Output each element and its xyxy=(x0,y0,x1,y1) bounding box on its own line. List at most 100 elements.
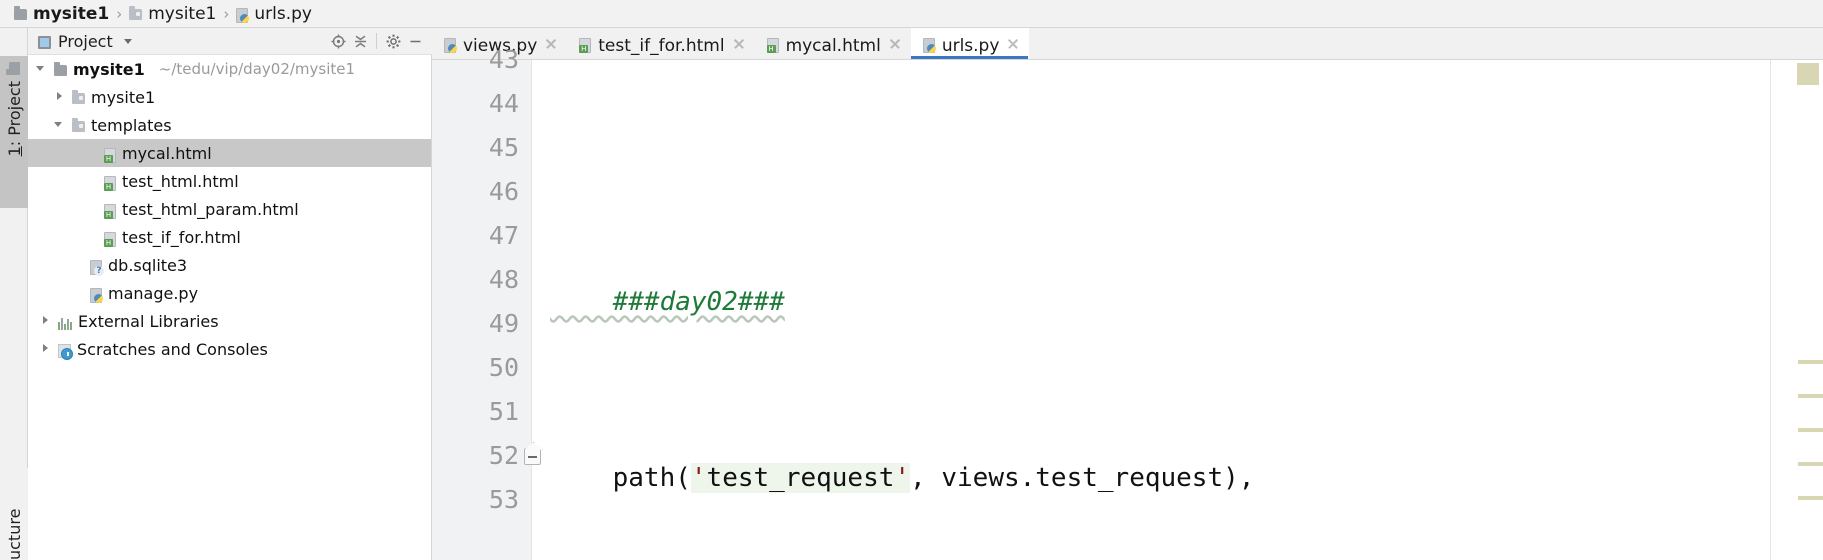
tab-mycal-html[interactable]: mycal.html xyxy=(755,28,911,59)
folder-icon xyxy=(72,89,85,104)
pycharm-window: mysite1 › mysite1 › urls.py 1: Project u… xyxy=(0,0,1823,560)
project-panel-title-label: Project xyxy=(58,31,113,51)
sidebar-tab-project[interactable]: 1: Project xyxy=(0,56,28,208)
code-token: path( xyxy=(550,463,691,493)
tree-item-label: test_html_param.html xyxy=(122,199,299,219)
tree-item-mycal-html[interactable]: mycal.html xyxy=(28,139,431,167)
folder-icon xyxy=(72,117,85,132)
breadcrumb-item-module[interactable]: mysite1 xyxy=(129,4,216,24)
collapse-all-icon[interactable] xyxy=(349,30,371,52)
tree-item-test-html[interactable]: test_html.html xyxy=(28,167,431,195)
spacer-icon xyxy=(86,175,98,187)
tree-item-label: test_html.html xyxy=(122,171,239,191)
editor-marker-scrollbar[interactable] xyxy=(1770,60,1823,560)
folder-icon xyxy=(54,61,67,76)
tree-item-mysite1-pkg[interactable]: mysite1 xyxy=(28,83,431,111)
chevron-right-icon[interactable] xyxy=(40,343,52,355)
breadcrumb-separator-icon: › xyxy=(223,4,230,23)
html-file-icon xyxy=(104,231,116,247)
code-token-quote: ' xyxy=(894,463,911,493)
hide-panel-icon[interactable] xyxy=(404,30,426,52)
line-number: 47 xyxy=(488,221,519,250)
line-number: 46 xyxy=(488,177,519,206)
tree-item-test-html-param[interactable]: test_html_param.html xyxy=(28,195,431,223)
tab-urls-py[interactable]: urls.py xyxy=(910,28,1030,59)
tree-item-templates[interactable]: templates xyxy=(28,111,431,139)
spacer-icon xyxy=(86,231,98,243)
line-number: 53 xyxy=(488,485,519,514)
tree-item-external-libraries[interactable]: External Libraries xyxy=(28,307,431,335)
settings-gear-icon[interactable] xyxy=(382,30,404,52)
chevron-down-icon[interactable] xyxy=(123,38,132,44)
chevron-down-icon[interactable] xyxy=(54,119,66,131)
scrollbar-mark[interactable] xyxy=(1798,360,1823,364)
project-panel-title[interactable]: Project xyxy=(38,32,132,51)
code-editor[interactable]: 43 44 45 46 47 48 49 50 51 52 53 ###day0… xyxy=(432,45,1823,560)
tree-item-mysite1-root[interactable]: mysite1 ~/tedu/vip/day02/mysite1 xyxy=(28,55,431,83)
scrollbar-mark[interactable] xyxy=(1798,496,1823,500)
folder-icon xyxy=(14,6,27,20)
project-tool-window: Project mysite1 ~/tedu/vip/day02/mysite1… xyxy=(28,28,432,560)
tree-item-path-hint: ~/tedu/vip/day02/mysite1 xyxy=(158,60,356,78)
html-file-icon xyxy=(104,203,116,219)
tree-item-label: Scratches and Consoles xyxy=(77,339,268,359)
scrollbar-thumb[interactable] xyxy=(1797,63,1819,85)
locate-icon[interactable] xyxy=(327,30,349,52)
tree-item-manage-py[interactable]: manage.py xyxy=(28,279,431,307)
tab-label: mycal.html xyxy=(785,35,881,56)
line-number: 43 xyxy=(488,45,519,74)
scrollbar-mark[interactable] xyxy=(1798,428,1823,432)
editor-tab-bar: views.py test_if_for.html mycal.html url… xyxy=(432,28,1823,60)
sidebar-tab-structure-label: ucture xyxy=(4,508,24,560)
html-file-icon xyxy=(104,147,116,163)
code-token-string: test_request xyxy=(706,463,895,493)
breadcrumb-label: mysite1 xyxy=(148,3,217,24)
tree-item-label: mycal.html xyxy=(122,143,212,163)
code-text[interactable]: ###day02### path('test_request', views.t… xyxy=(532,60,1770,560)
close-icon[interactable] xyxy=(544,37,558,51)
chevron-right-icon[interactable] xyxy=(40,315,52,327)
line-number: 44 xyxy=(488,89,519,118)
chevron-right-icon[interactable] xyxy=(54,91,66,103)
breadcrumb-item-file[interactable]: urls.py xyxy=(236,4,312,24)
toolbar-divider xyxy=(376,33,377,49)
breadcrumb-label: mysite1 xyxy=(33,3,110,24)
project-window-icon xyxy=(38,35,51,49)
line-number: 45 xyxy=(488,133,519,162)
python-file-icon xyxy=(90,287,103,303)
close-icon[interactable] xyxy=(888,37,902,51)
project-panel-header: Project xyxy=(28,28,432,55)
scrollbar-mark[interactable] xyxy=(1798,394,1823,398)
breadcrumb-item-project[interactable]: mysite1 xyxy=(14,4,109,24)
scrollbar-mark[interactable] xyxy=(1798,462,1823,466)
line-number: 48 xyxy=(488,265,519,294)
close-icon[interactable] xyxy=(732,37,746,51)
chevron-down-icon[interactable] xyxy=(36,63,48,75)
code-token-comment: ###day02### xyxy=(550,287,785,317)
tree-item-test-if-for[interactable]: test_if_for.html xyxy=(28,223,431,251)
breadcrumb: mysite1 › mysite1 › urls.py xyxy=(0,0,1823,28)
html-file-icon xyxy=(104,175,116,191)
line-number: 50 xyxy=(488,353,519,382)
folder-icon xyxy=(129,6,143,20)
close-icon[interactable] xyxy=(1006,37,1020,51)
code-token: , views.test_request), xyxy=(910,463,1255,493)
tab-label: urls.py xyxy=(941,35,1000,56)
tab-label: test_if_for.html xyxy=(598,35,725,56)
html-file-icon xyxy=(579,38,592,53)
breadcrumb-label: urls.py xyxy=(254,3,312,24)
tab-test-if-for-html[interactable]: test_if_for.html xyxy=(567,28,754,59)
tree-item-label: mysite1 xyxy=(91,87,156,107)
line-number: 49 xyxy=(488,309,519,338)
spacer-icon xyxy=(86,147,98,159)
tree-item-db-sqlite3[interactable]: db.sqlite3 xyxy=(28,251,431,279)
tree-item-label: db.sqlite3 xyxy=(108,255,188,275)
project-tree[interactable]: mysite1 ~/tedu/vip/day02/mysite1 mysite1… xyxy=(28,55,432,560)
db-file-icon xyxy=(90,259,104,276)
sidebar-tab-structure[interactable]: ucture xyxy=(0,468,28,560)
tree-item-scratches-and-consoles[interactable]: Scratches and Consoles xyxy=(28,335,431,363)
line-number-gutter[interactable]: 43 44 45 46 47 48 49 50 51 52 53 xyxy=(432,45,541,560)
tree-item-label: mysite1 xyxy=(73,59,145,79)
spacer-icon xyxy=(72,287,84,299)
tree-item-label: templates xyxy=(91,115,172,135)
